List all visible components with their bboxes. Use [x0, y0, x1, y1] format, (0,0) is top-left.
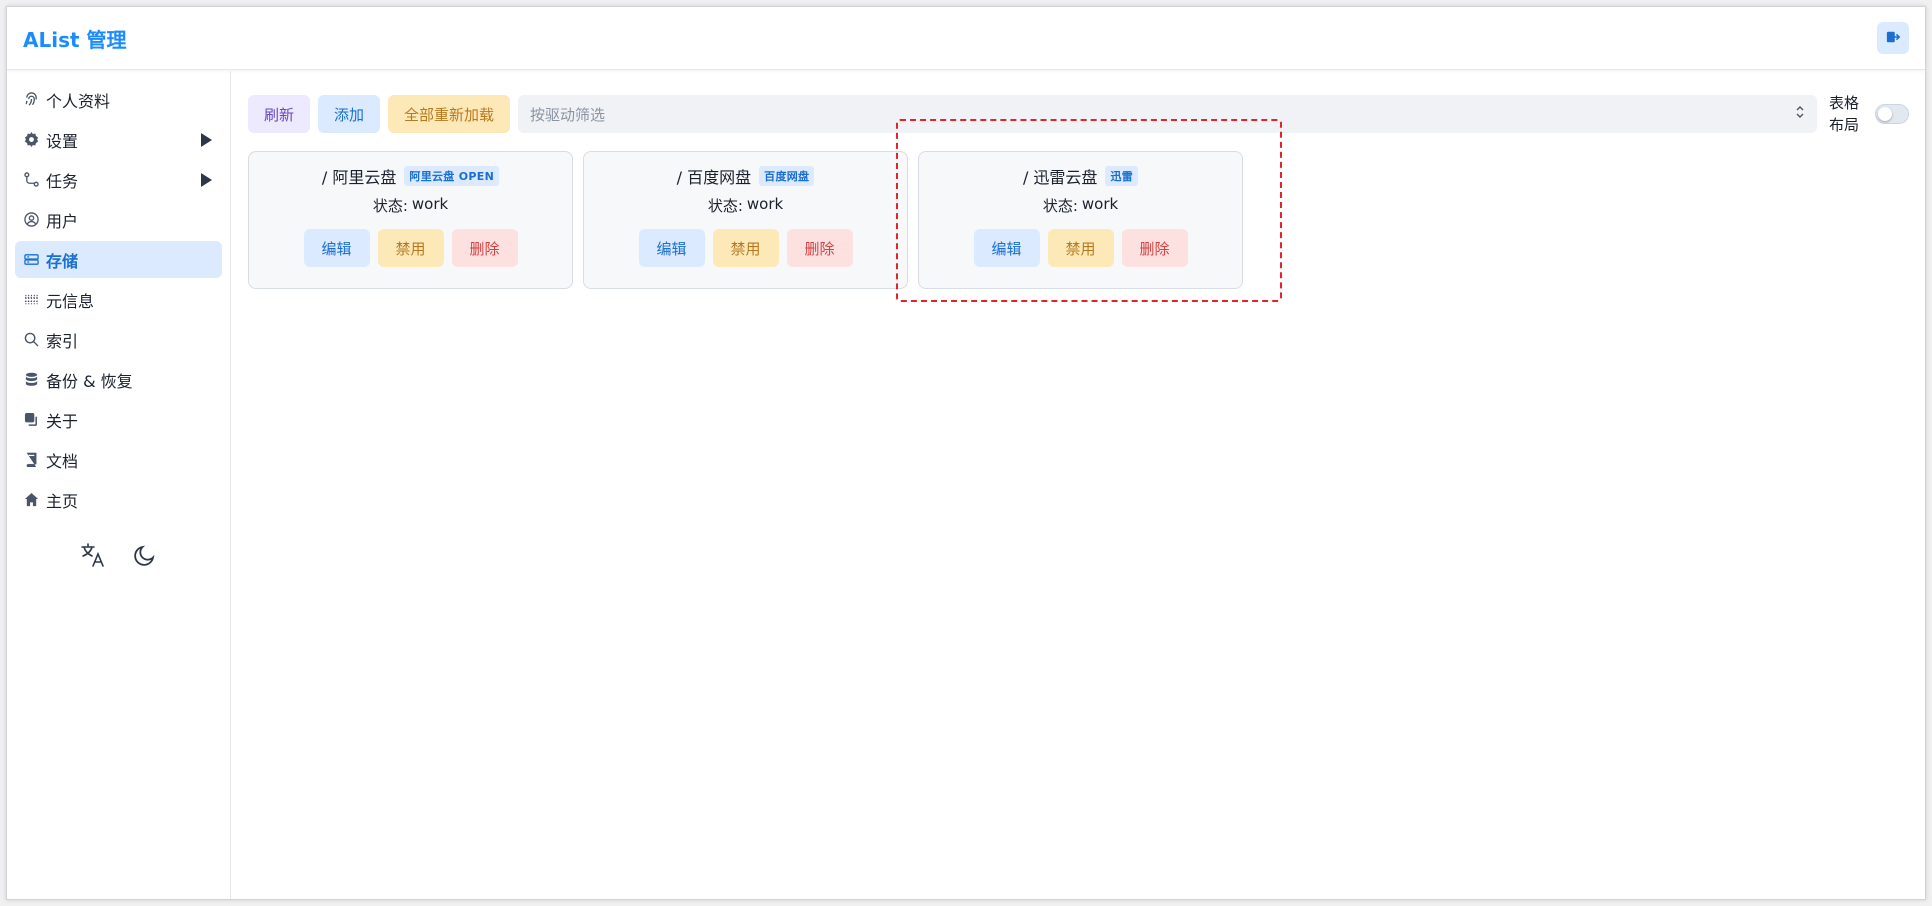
- moon-icon[interactable]: [130, 540, 160, 570]
- sidebar-item-label: 个人资料: [46, 91, 111, 111]
- storage-toolbar: 刷新 添加 全部重新加载 按驱动筛选 表格布局: [248, 92, 1909, 136]
- database-icon: [23, 372, 39, 388]
- status-value: work: [1081, 195, 1119, 213]
- storage-title: / 迅雷云盘 迅雷: [1022, 165, 1139, 187]
- storage-mount-path: / 百度网盘: [676, 168, 752, 187]
- storage-status: 状态: work: [1043, 195, 1118, 217]
- edit-button[interactable]: 编辑: [303, 229, 370, 267]
- storage-icon: [23, 252, 39, 268]
- sidebar-item-label: 任务: [46, 171, 79, 191]
- driver-filter-placeholder: 按驱动筛选: [530, 105, 606, 124]
- top-header: AList 管理: [7, 7, 1925, 70]
- fingerprint-icon: [23, 92, 39, 108]
- select-chevron-icon: [1795, 105, 1805, 123]
- sidebar-item-label: 元信息: [46, 291, 95, 311]
- storage-card: / 迅雷云盘 迅雷 状态: work 编辑 禁用 删除: [918, 151, 1243, 289]
- storage-status: 状态: work: [373, 195, 448, 217]
- delete-button[interactable]: 删除: [786, 229, 853, 267]
- driver-badge: 阿里云盘 OPEN: [404, 166, 500, 186]
- sidebar-item-label: 存储: [46, 251, 79, 271]
- disable-button[interactable]: 禁用: [1047, 229, 1114, 267]
- book-icon: [23, 452, 39, 468]
- sidebar-item-profile[interactable]: 个人资料: [15, 81, 222, 118]
- storage-title: / 百度网盘 百度网盘: [677, 165, 815, 187]
- sidebar: 个人资料 设置 任务 用户 存储 元信息 索引 备份 & 恢复 关于 文档 主页: [7, 71, 231, 899]
- storage-actions: 编辑 禁用 删除: [303, 229, 518, 267]
- storage-mount-path: / 阿里云盘: [321, 168, 397, 187]
- switch-knob: [1878, 107, 1892, 121]
- sidebar-item-tasks[interactable]: 任务: [15, 161, 222, 198]
- edit-button[interactable]: 编辑: [973, 229, 1040, 267]
- app-window: AList 管理 个人资料 设置 任务 用户 存储 元信息 索引 备份 & 恢复…: [6, 6, 1926, 900]
- gear-icon: [23, 132, 39, 148]
- table-layout-switch[interactable]: [1875, 104, 1909, 124]
- app-brand[interactable]: AList 管理: [23, 24, 127, 53]
- home-icon: [23, 492, 39, 508]
- logout-icon: [1886, 29, 1901, 48]
- sidebar-item-label: 设置: [46, 131, 79, 151]
- sidebar-item-backup[interactable]: 备份 & 恢复: [15, 361, 222, 398]
- disable-button[interactable]: 禁用: [377, 229, 444, 267]
- driver-badge: 迅雷: [1105, 166, 1139, 186]
- status-value: work: [411, 195, 449, 213]
- copy-icon: [23, 412, 39, 428]
- driver-filter-select[interactable]: 按驱动筛选: [518, 95, 1817, 133]
- status-value: work: [746, 195, 784, 213]
- sidebar-item-about[interactable]: 关于: [15, 401, 222, 438]
- user-circle-icon: [23, 212, 39, 228]
- meta-icon: [23, 292, 39, 308]
- sidebar-item-label: 关于: [46, 411, 79, 431]
- sidebar-tools: [15, 540, 222, 570]
- logout-button[interactable]: [1877, 22, 1909, 54]
- storage-card: / 百度网盘 百度网盘 状态: work 编辑 禁用 删除: [583, 151, 908, 289]
- sidebar-item-label: 文档: [46, 451, 79, 471]
- storage-actions: 编辑 禁用 删除: [973, 229, 1188, 267]
- storage-title: / 阿里云盘 阿里云盘 OPEN: [321, 165, 500, 187]
- table-layout-label: 表格布局: [1829, 94, 1860, 134]
- driver-badge: 百度网盘: [759, 166, 815, 186]
- storage-actions: 编辑 禁用 删除: [638, 229, 853, 267]
- add-storage-button[interactable]: 添加: [318, 95, 381, 133]
- disable-button[interactable]: 禁用: [712, 229, 779, 267]
- table-layout-toggle: 表格布局: [1829, 92, 1909, 136]
- sidebar-item-meta[interactable]: 元信息: [15, 281, 222, 318]
- delete-button[interactable]: 删除: [1121, 229, 1188, 267]
- sidebar-item-label: 主页: [46, 491, 79, 511]
- expand-arrow-icon: [201, 172, 212, 187]
- reload-all-button[interactable]: 全部重新加载: [388, 95, 511, 133]
- main-content: 刷新 添加 全部重新加载 按驱动筛选 表格布局 / 阿里云盘 阿里云盘 OPEN: [232, 71, 1925, 899]
- delete-button[interactable]: 删除: [451, 229, 518, 267]
- sidebar-item-label: 用户: [46, 211, 79, 231]
- expand-arrow-icon: [201, 132, 212, 147]
- sidebar-item-index[interactable]: 索引: [15, 321, 222, 358]
- status-label: 状态:: [1042, 197, 1078, 215]
- storage-card: / 阿里云盘 阿里云盘 OPEN 状态: work 编辑 禁用 删除: [248, 151, 573, 289]
- refresh-button[interactable]: 刷新: [248, 95, 311, 133]
- sidebar-item-home[interactable]: 主页: [15, 481, 222, 518]
- sidebar-item-settings[interactable]: 设置: [15, 121, 222, 158]
- storage-cards: / 阿里云盘 阿里云盘 OPEN 状态: work 编辑 禁用 删除 / 百度网…: [248, 151, 1243, 289]
- search-icon: [23, 332, 39, 348]
- sidebar-item-label: 索引: [46, 331, 79, 351]
- sidebar-item-label: 备份 & 恢复: [46, 371, 133, 391]
- status-label: 状态:: [372, 197, 408, 215]
- flow-icon: [23, 172, 39, 188]
- translate-icon[interactable]: [78, 540, 108, 570]
- storage-status: 状态: work: [708, 195, 783, 217]
- sidebar-item-docs[interactable]: 文档: [15, 441, 222, 478]
- sidebar-item-users[interactable]: 用户: [15, 201, 222, 238]
- status-label: 状态:: [707, 197, 743, 215]
- storage-mount-path: / 迅雷云盘: [1022, 168, 1098, 187]
- edit-button[interactable]: 编辑: [638, 229, 705, 267]
- sidebar-item-storage[interactable]: 存储: [15, 241, 222, 278]
